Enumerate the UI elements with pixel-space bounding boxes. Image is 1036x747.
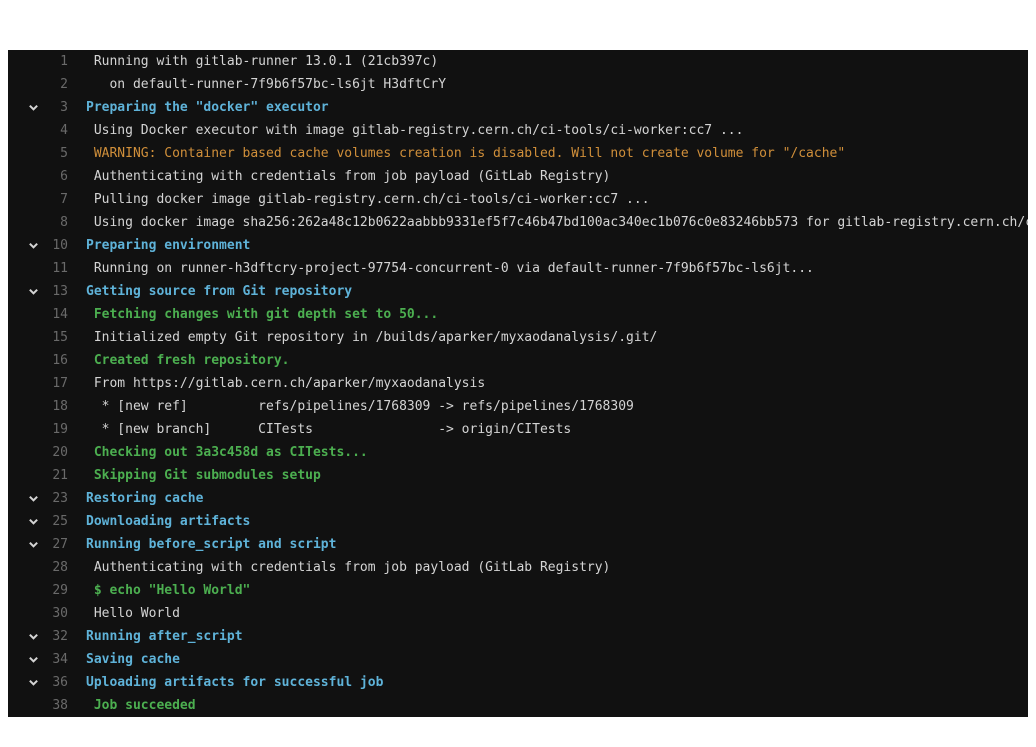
line-number[interactable]: 2 xyxy=(48,73,68,96)
log-line: 18 * [new ref] refs/pipelines/1768309 ->… xyxy=(8,395,1028,418)
log-section-header[interactable]: 3 Preparing the "docker" executor xyxy=(8,96,1028,119)
log-section-header[interactable]: 34 Saving cache xyxy=(8,648,1028,671)
chevron-down-icon[interactable] xyxy=(24,237,42,255)
log-text: Created fresh repository. xyxy=(76,349,290,372)
log-section-header[interactable]: 13 Getting source from Git repository xyxy=(8,280,1028,303)
log-text: Using docker image sha256:262a48c12b0622… xyxy=(76,211,1028,234)
line-number[interactable]: 5 xyxy=(48,142,68,165)
log-text: Running before_script and script xyxy=(76,533,336,556)
log-text: Saving cache xyxy=(76,648,180,671)
log-text: Preparing environment xyxy=(76,234,250,257)
chevron-down-icon[interactable] xyxy=(24,628,42,646)
chevron-down-icon[interactable] xyxy=(24,674,42,692)
chevron-down-icon[interactable] xyxy=(24,651,42,669)
log-line: 2 on default-runner-7f9b6f57bc-ls6jt H3d… xyxy=(8,73,1028,96)
log-line: 19 * [new branch] CITests -> origin/CITe… xyxy=(8,418,1028,441)
line-number[interactable]: 21 xyxy=(48,464,68,487)
log-text: From https://gitlab.cern.ch/aparker/myxa… xyxy=(76,372,485,395)
log-line: 20 Checking out 3a3c458d as CITests... xyxy=(8,441,1028,464)
line-number[interactable]: 36 xyxy=(48,671,68,694)
log-text: Skipping Git submodules setup xyxy=(76,464,321,487)
line-number[interactable]: 30 xyxy=(48,602,68,625)
line-number[interactable]: 4 xyxy=(48,119,68,142)
log-text: Hello World xyxy=(76,602,180,625)
log-text: Pulling docker image gitlab-registry.cer… xyxy=(76,188,650,211)
log-line: 29 $ echo "Hello World" xyxy=(8,579,1028,602)
chevron-down-icon[interactable] xyxy=(24,513,42,531)
line-number[interactable]: 28 xyxy=(48,556,68,579)
log-line: 14 Fetching changes with git depth set t… xyxy=(8,303,1028,326)
log-line: 6 Authenticating with credentials from j… xyxy=(8,165,1028,188)
log-section-header[interactable]: 27 Running before_script and script xyxy=(8,533,1028,556)
log-text: Running on runner-h3dftcry-project-97754… xyxy=(76,257,814,280)
log-text: Initialized empty Git repository in /bui… xyxy=(76,326,657,349)
log-text: Job succeeded xyxy=(76,694,196,717)
log-line: 8 Using docker image sha256:262a48c12b06… xyxy=(8,211,1028,234)
log-text: $ echo "Hello World" xyxy=(76,579,250,602)
log-line: 15 Initialized empty Git repository in /… xyxy=(8,326,1028,349)
log-line: 1 Running with gitlab-runner 13.0.1 (21c… xyxy=(8,50,1028,73)
line-number[interactable]: 32 xyxy=(48,625,68,648)
log-line: 5 WARNING: Container based cache volumes… xyxy=(8,142,1028,165)
log-section-header[interactable]: 32 Running after_script xyxy=(8,625,1028,648)
log-text: Authenticating with credentials from job… xyxy=(76,556,610,579)
line-number[interactable]: 10 xyxy=(48,234,68,257)
log-text: * [new branch] CITests -> origin/CITests xyxy=(76,418,571,441)
line-number[interactable]: 14 xyxy=(48,303,68,326)
log-section-header[interactable]: 36 Uploading artifacts for successful job xyxy=(8,671,1028,694)
line-number[interactable]: 11 xyxy=(48,257,68,280)
line-number[interactable]: 38 xyxy=(48,694,68,717)
chevron-down-icon[interactable] xyxy=(24,283,42,301)
job-log: 1 Running with gitlab-runner 13.0.1 (21c… xyxy=(8,50,1028,717)
line-number[interactable]: 6 xyxy=(48,165,68,188)
log-text: Running after_script xyxy=(76,625,243,648)
log-line: 4 Using Docker executor with image gitla… xyxy=(8,119,1028,142)
line-number[interactable]: 23 xyxy=(48,487,68,510)
log-text: Getting source from Git repository xyxy=(76,280,352,303)
log-text: Preparing the "docker" executor xyxy=(76,96,329,119)
log-text: Using Docker executor with image gitlab-… xyxy=(76,119,743,142)
line-number[interactable]: 1 xyxy=(48,50,68,73)
log-section-header[interactable]: 10 Preparing environment xyxy=(8,234,1028,257)
log-text: Fetching changes with git depth set to 5… xyxy=(76,303,438,326)
log-text: WARNING: Container based cache volumes c… xyxy=(76,142,845,165)
log-text: Authenticating with credentials from job… xyxy=(76,165,610,188)
log-text: Downloading artifacts xyxy=(76,510,250,533)
log-text: * [new ref] refs/pipelines/1768309 -> re… xyxy=(76,395,634,418)
log-line: 28 Authenticating with credentials from … xyxy=(8,556,1028,579)
log-line: 11 Running on runner-h3dftcry-project-97… xyxy=(8,257,1028,280)
chevron-down-icon[interactable] xyxy=(24,490,42,508)
log-section-header[interactable]: 25 Downloading artifacts xyxy=(8,510,1028,533)
chevron-down-icon[interactable] xyxy=(24,99,42,117)
log-text: on default-runner-7f9b6f57bc-ls6jt H3dft… xyxy=(76,73,446,96)
line-number[interactable]: 8 xyxy=(48,211,68,234)
line-number[interactable]: 7 xyxy=(48,188,68,211)
line-number[interactable]: 27 xyxy=(48,533,68,556)
log-text: Uploading artifacts for successful job xyxy=(76,671,383,694)
log-section-header[interactable]: 23 Restoring cache xyxy=(8,487,1028,510)
line-number[interactable]: 17 xyxy=(48,372,68,395)
log-line: 16 Created fresh repository. xyxy=(8,349,1028,372)
line-number[interactable]: 25 xyxy=(48,510,68,533)
line-number[interactable]: 20 xyxy=(48,441,68,464)
log-text: Running with gitlab-runner 13.0.1 (21cb3… xyxy=(76,50,438,73)
line-number[interactable]: 29 xyxy=(48,579,68,602)
log-line: 38 Job succeeded xyxy=(8,694,1028,717)
chevron-down-icon[interactable] xyxy=(24,536,42,554)
log-line: 7 Pulling docker image gitlab-registry.c… xyxy=(8,188,1028,211)
line-number[interactable]: 15 xyxy=(48,326,68,349)
line-number[interactable]: 16 xyxy=(48,349,68,372)
log-text: Restoring cache xyxy=(76,487,203,510)
log-line: 17 From https://gitlab.cern.ch/aparker/m… xyxy=(8,372,1028,395)
log-line: 21 Skipping Git submodules setup xyxy=(8,464,1028,487)
line-number[interactable]: 34 xyxy=(48,648,68,671)
line-number[interactable]: 19 xyxy=(48,418,68,441)
line-number[interactable]: 3 xyxy=(48,96,68,119)
log-line: 30 Hello World xyxy=(8,602,1028,625)
log-text: Checking out 3a3c458d as CITests... xyxy=(76,441,368,464)
line-number[interactable]: 13 xyxy=(48,280,68,303)
line-number[interactable]: 18 xyxy=(48,395,68,418)
